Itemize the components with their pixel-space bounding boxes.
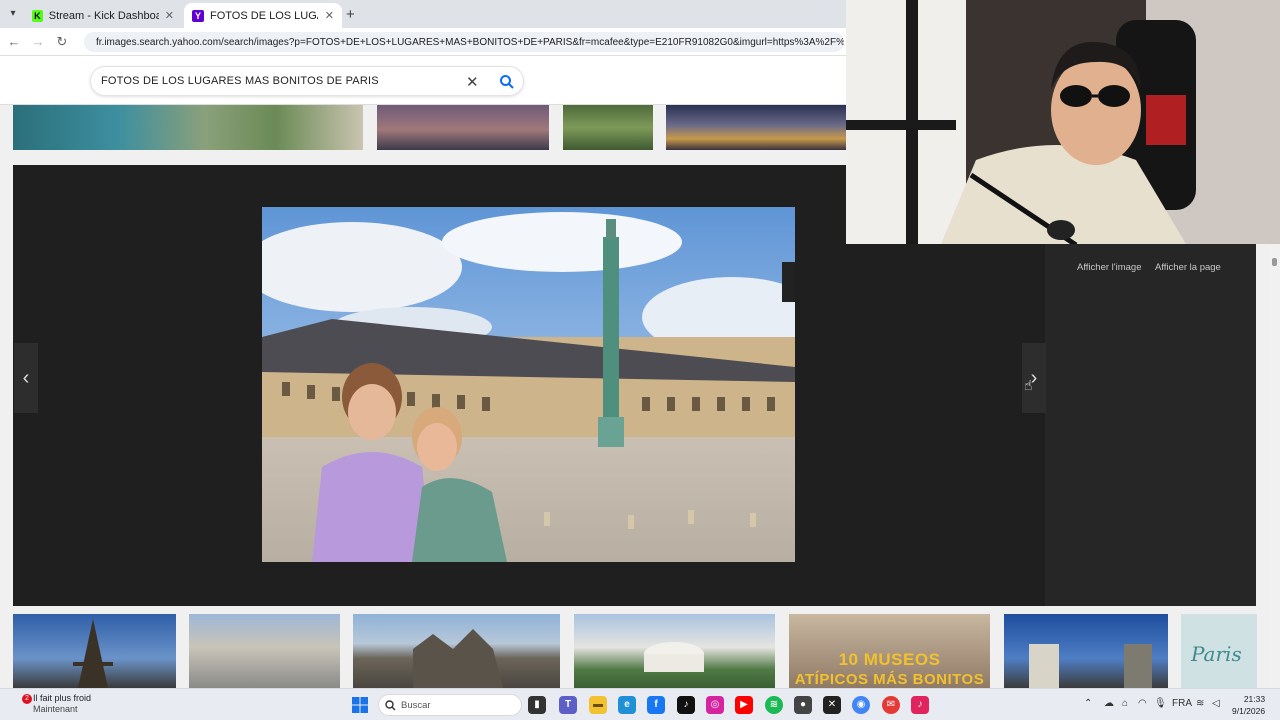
tab-title: Stream - Kick Dashboard (48, 9, 159, 22)
thumbnail-title: Paris (1191, 642, 1242, 666)
result-thumbnail[interactable] (574, 614, 775, 688)
app-icon[interactable]: ♪ (911, 696, 929, 714)
webcam-overlay (846, 0, 1280, 244)
thumbnail-subtitle: ATÍPICOS MÁS BONITOS (794, 671, 985, 688)
microphone-icon[interactable]: 🎙 (1154, 698, 1167, 709)
chevron-up-icon[interactable]: ⌃ (1084, 698, 1092, 709)
search-icon[interactable] (499, 74, 515, 90)
tab-yahoo-images[interactable]: Y FOTOS DE LOS LUGARES MAS ✕ (184, 3, 342, 28)
language-indicator[interactable]: FRA (1172, 698, 1192, 709)
youtube-icon[interactable]: ▶ (735, 696, 753, 714)
task-view-icon[interactable]: ▮ (528, 696, 546, 714)
main-photo[interactable] (262, 207, 795, 562)
search-placeholder: Buscar (401, 700, 431, 711)
forward-arrow-icon[interactable]: → (30, 34, 46, 50)
capcut-icon[interactable]: ✕ (823, 696, 841, 714)
close-icon[interactable]: ✕ (165, 9, 174, 22)
reload-icon[interactable]: ↻ (54, 34, 70, 50)
tab-title: FOTOS DE LOS LUGARES MAS (210, 9, 318, 22)
page-scrollbar[interactable] (1269, 244, 1280, 688)
result-thumbnail[interactable] (377, 105, 549, 150)
result-thumbnail[interactable]: Paris (1181, 614, 1257, 688)
teams-icon[interactable]: T (559, 696, 577, 714)
messenger-icon[interactable]: ✉ (882, 696, 900, 714)
notification-badge: 2 (22, 694, 32, 704)
previous-image-button[interactable]: ‹ (14, 343, 38, 413)
weather-widget[interactable]: 2 Il fait plus froid Maintenant (18, 693, 91, 715)
wifi-icon[interactable]: ◠ (1138, 698, 1147, 709)
tab-list-chevron-icon[interactable]: ▾ (6, 7, 20, 21)
url-text: fr.images.search.yahoo.com/search/images… (96, 36, 844, 48)
search-query[interactable]: FOTOS DE LOS LUGARES MAS BONITOS DE PARI… (101, 75, 379, 87)
volume-icon[interactable]: ◁ (1212, 698, 1220, 709)
result-thumbnail[interactable] (353, 614, 560, 688)
mouse-cursor-icon: ☝ (1024, 377, 1033, 393)
instagram-icon[interactable]: ◎ (706, 696, 724, 714)
address-bar[interactable]: fr.images.search.yahoo.com/search/images… (84, 32, 844, 52)
facebook-icon[interactable]: f (647, 696, 665, 714)
wifi-status-icon[interactable]: ≋ (1196, 698, 1204, 709)
result-thumbnail[interactable] (13, 614, 176, 688)
network-icon[interactable]: ⌂ (1122, 698, 1128, 709)
clear-icon[interactable]: ✕ (466, 73, 479, 91)
result-thumbnail[interactable] (563, 105, 653, 150)
result-thumbnail[interactable] (189, 614, 340, 688)
onedrive-icon[interactable]: ☁ (1104, 698, 1114, 709)
result-thumbnail[interactable] (666, 105, 846, 150)
tiktok-icon[interactable]: ♪ (677, 696, 695, 714)
view-image-button[interactable]: Afficher l'image (1077, 262, 1141, 276)
kick-favicon-icon: K (32, 9, 43, 22)
back-arrow-icon[interactable]: ← (6, 34, 22, 50)
result-thumbnail[interactable]: 10 MUSEOS ATÍPICOS MÁS BONITOS (789, 614, 990, 688)
view-page-button[interactable]: Afficher la page (1155, 262, 1221, 276)
scroll-thumb[interactable] (1272, 258, 1277, 266)
thumbnail-title: 10 MUSEOS (838, 650, 941, 669)
windows-start-icon[interactable] (352, 697, 368, 713)
file-explorer-icon[interactable]: ▬ (589, 696, 607, 714)
tab-kick-dashboard[interactable]: K Stream - Kick Dashboard ✕ (24, 3, 182, 28)
search-input[interactable]: FOTOS DE LOS LUGARES MAS BONITOS DE PARI… (90, 66, 524, 96)
windows-taskbar: 2 Il fait plus froid Maintenant Buscar ▮… (0, 688, 1280, 720)
yahoo-favicon-icon: Y (192, 9, 204, 22)
weather-subtitle: Maintenant (33, 704, 78, 714)
result-thumbnail[interactable] (1004, 614, 1168, 688)
taskbar-search-input[interactable]: Buscar (378, 694, 522, 716)
clock-time: 21:33 (1243, 694, 1266, 704)
search-icon (385, 700, 396, 711)
search-header: FOTOS DE LOS LUGARES MAS BONITOS DE PARI… (0, 56, 846, 105)
taskbar-clock[interactable]: 21:33 9/1/2026 (1232, 693, 1265, 717)
result-thumbnail[interactable] (13, 105, 363, 150)
close-icon[interactable]: ✕ (325, 9, 334, 22)
obs-icon[interactable]: ● (794, 696, 812, 714)
spotify-icon[interactable]: ≋ (765, 696, 783, 714)
chrome-icon[interactable]: ◉ (852, 696, 870, 714)
browser-toolbar: ← → ↻ fr.images.search.yahoo.com/search/… (0, 28, 846, 56)
viewer-side-panel (1045, 244, 1256, 606)
edge-icon[interactable]: e (618, 696, 636, 714)
clock-date: 9/1/2026 (1232, 706, 1266, 716)
new-tab-button[interactable]: + (346, 6, 355, 23)
tab-strip: ▾ K Stream - Kick Dashboard ✕ Y FOTOS DE… (0, 0, 846, 28)
